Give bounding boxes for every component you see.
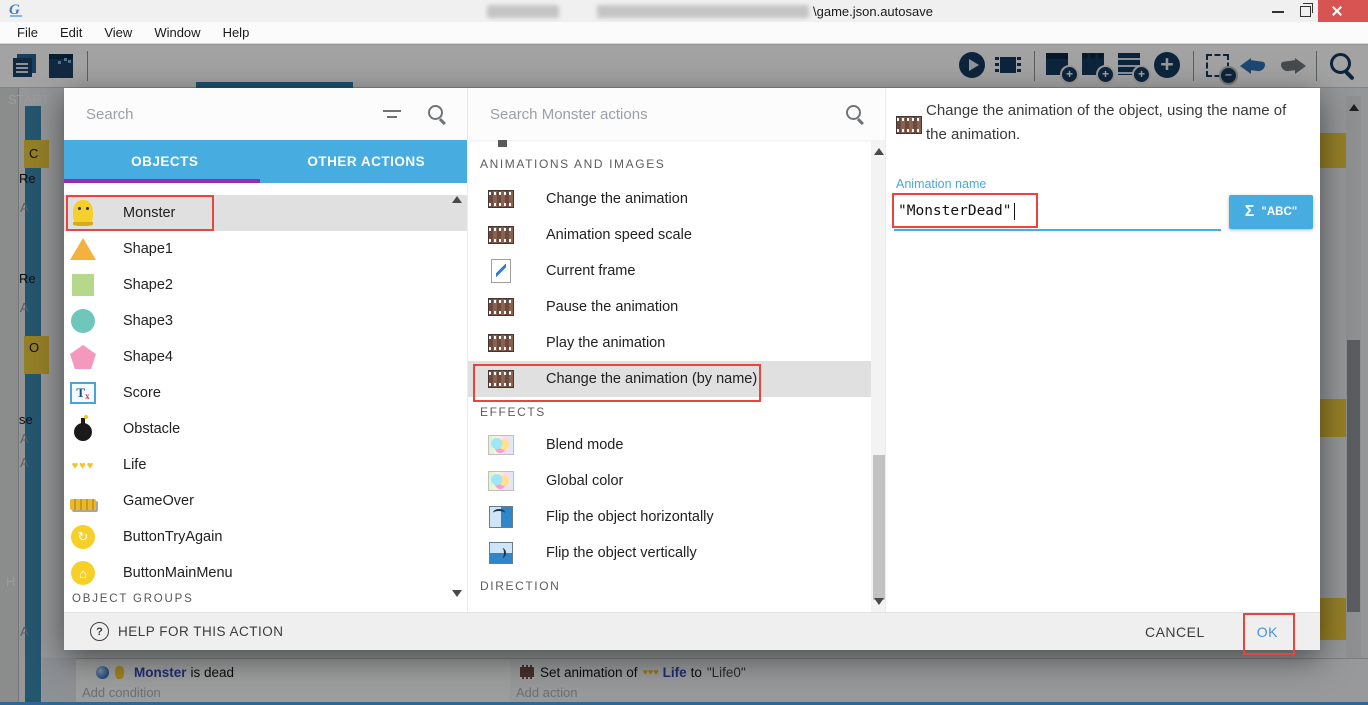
menu-item[interactable]: Help	[212, 25, 261, 40]
action-editor-dialog: OBJECTS OTHER ACTIONS Monster Shape1	[64, 88, 1320, 650]
film-icon	[488, 334, 514, 352]
objects-search-input[interactable]	[84, 105, 375, 124]
flip-v-icon	[489, 542, 513, 564]
blend-icon	[488, 435, 514, 455]
action-description: Change the animation of the object, usin…	[926, 99, 1304, 147]
gameover-icon	[70, 499, 96, 510]
flip-h-icon	[489, 506, 513, 528]
film-icon	[896, 116, 922, 134]
menu-item[interactable]: View	[93, 25, 143, 40]
close-icon[interactable]	[1318, 0, 1368, 22]
menu-bar: FileEditViewWindowHelp	[0, 22, 1368, 44]
action-list-item[interactable]: Global color	[468, 463, 885, 499]
pentagon-icon	[70, 345, 96, 369]
object-list-item[interactable]: ButtonMainMenu	[64, 555, 467, 591]
monster-icon	[73, 200, 93, 226]
gdevelop-logo-icon: G	[9, 2, 20, 19]
action-list-item[interactable]: Change the animation (by name)	[468, 361, 885, 397]
help-icon[interactable]	[90, 622, 109, 641]
restore-icon[interactable]	[1300, 6, 1311, 17]
scroll-up-icon[interactable]	[874, 148, 884, 155]
tab-objects[interactable]: OBJECTS	[64, 140, 266, 183]
cancel-button[interactable]: CANCEL	[1145, 624, 1205, 640]
title-bar: G \game.json.autosave	[0, 0, 1368, 22]
minimize-icon[interactable]	[1272, 11, 1284, 13]
objects-list: Monster Shape1 Shape2 Shape3 Sha	[64, 183, 467, 612]
sigma-icon: Σ	[1245, 203, 1255, 221]
objects-search-bar	[64, 88, 467, 140]
expression-editor-button[interactable]: Σ "ABC"	[1229, 195, 1313, 229]
search-icon[interactable]	[845, 104, 865, 124]
bomb-icon	[74, 423, 92, 441]
square-icon	[72, 274, 94, 296]
dialog-footer: HELP FOR THIS ACTION CANCEL OK	[64, 612, 1320, 650]
object-list-item[interactable]: Score	[64, 375, 467, 411]
menu-item[interactable]: File	[6, 25, 49, 40]
objects-tabs: OBJECTS OTHER ACTIONS	[64, 140, 467, 183]
triangle-icon	[70, 238, 96, 260]
film-icon	[488, 226, 514, 244]
object-list-item[interactable]: Shape4	[64, 339, 467, 375]
scroll-up-icon[interactable]	[452, 196, 462, 203]
clipped-row-fragment	[498, 140, 507, 147]
object-list-item[interactable]: ButtonTryAgain	[64, 519, 467, 555]
hearts-icon	[72, 456, 95, 474]
object-list-item[interactable]: Life	[64, 447, 467, 483]
action-list-item[interactable]: ANIMATIONS AND IMAGES	[468, 147, 885, 181]
circle-icon	[71, 309, 95, 333]
actions-scrollbar-thumb[interactable]	[873, 455, 885, 600]
window-title: \game.json.autosave	[813, 4, 933, 19]
button-home-icon	[71, 561, 95, 585]
redacted-title-segment	[597, 5, 809, 18]
object-list-item[interactable]: GameOver	[64, 483, 467, 519]
object-list-item[interactable]: Shape2	[64, 267, 467, 303]
object-list-item[interactable]: Shape1	[64, 231, 467, 267]
objects-pane: OBJECTS OTHER ACTIONS Monster Shape1	[64, 88, 467, 612]
action-list-item[interactable]: Flip the object horizontally	[468, 499, 885, 535]
annotation-box-input	[892, 193, 1038, 228]
filter-icon[interactable]	[383, 108, 401, 120]
action-list-item[interactable]: EFFECTS	[468, 397, 885, 427]
action-list-item[interactable]: Pause the animation	[468, 289, 885, 325]
action-list-item[interactable]: Play the animation	[468, 325, 885, 361]
field-focus-underline	[894, 229, 1221, 231]
object-list-item[interactable]: Obstacle	[64, 411, 467, 447]
film-icon	[488, 370, 514, 388]
frame-icon	[491, 259, 511, 283]
ok-button[interactable]: OK	[1257, 624, 1278, 640]
abc-label: "ABC"	[1261, 206, 1297, 218]
actions-search-input[interactable]	[488, 105, 845, 124]
action-list-item[interactable]: Change the animation	[468, 181, 885, 217]
action-list-item[interactable]: DIRECTION	[468, 571, 885, 601]
object-list-item[interactable]: Shape3	[64, 303, 467, 339]
gdevelop-window: STARTCReAReAOseAAHA Monster is dead Add …	[0, 0, 1368, 705]
action-list-item[interactable]: Current frame	[468, 253, 885, 289]
blend-icon	[488, 471, 514, 491]
animation-name-label: Animation name	[896, 177, 986, 191]
tab-other-actions[interactable]: OTHER ACTIONS	[266, 140, 468, 183]
parameters-pane: Change the animation of the object, usin…	[885, 88, 1320, 612]
action-list-item[interactable]: Flip the object vertically	[468, 535, 885, 571]
actions-search-bar	[468, 88, 885, 140]
action-list-item[interactable]: Animation speed scale	[468, 217, 885, 253]
actions-list: ANIMATIONS AND IMAGES Change the animati…	[468, 140, 885, 612]
action-list-item[interactable]: Blend mode	[468, 427, 885, 463]
button-restart-icon	[71, 525, 95, 549]
film-icon	[488, 190, 514, 208]
help-link[interactable]: HELP FOR THIS ACTION	[118, 624, 284, 639]
menu-item[interactable]: Edit	[49, 25, 93, 40]
actions-pane: ANIMATIONS AND IMAGES Change the animati…	[467, 88, 885, 612]
object-list-item[interactable]: Monster	[64, 195, 467, 231]
object-groups-header: OBJECT GROUPS	[64, 593, 467, 605]
film-icon	[488, 298, 514, 316]
scroll-down-icon[interactable]	[452, 590, 462, 597]
search-icon[interactable]	[427, 104, 447, 124]
redacted-title-segment	[487, 5, 559, 18]
scroll-down-icon[interactable]	[874, 598, 884, 605]
text-icon	[70, 382, 96, 404]
menu-item[interactable]: Window	[143, 25, 211, 40]
